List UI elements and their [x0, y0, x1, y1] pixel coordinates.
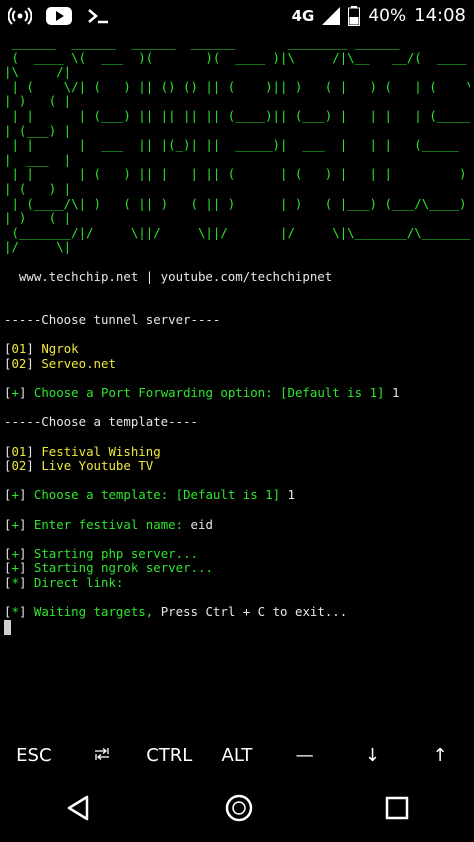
ctrl-key[interactable]: CTRL — [139, 745, 199, 766]
hotspot-icon — [8, 7, 32, 25]
dash-key[interactable]: — — [275, 745, 335, 766]
banner-line: ______ ______ ______ ______ ________ ___… — [4, 36, 400, 50]
network-type: 4G — [291, 6, 315, 25]
waiting-line: [*] Waiting targets, Press Ctrl + C to e… — [4, 604, 348, 620]
alt-key[interactable]: ALT — [207, 745, 267, 766]
home-button[interactable] — [224, 793, 254, 827]
banner-line: | | | ( ) || | | || ( | ( ) | | | ) | — [4, 166, 470, 182]
banner-line: (_______/|/ \||/ \||/ |/ \|\_______/\___… — [4, 224, 470, 240]
banner-line: | ( \/| ( ) || () () || ( )|| ) ( | ) ( … — [4, 78, 470, 94]
banner-line: | | | (___) || || || || (____)|| (___) |… — [4, 107, 470, 123]
banner-line: | ) ( | — [4, 210, 72, 226]
template-header: -----Choose a template---- — [4, 414, 198, 430]
signal-icon — [322, 6, 341, 25]
status-line: [+] Starting ngrok server... — [4, 560, 213, 576]
banner-line: |\ /| — [4, 64, 72, 80]
clock: 14:08 — [414, 5, 466, 26]
youtube-icon — [46, 7, 72, 25]
template-prompt: [+] Choose a template: [Default is 1] 1 — [4, 487, 295, 503]
banner-line: | ( ) | — [4, 180, 72, 196]
template-option: [01] Festival Wishing — [4, 443, 161, 459]
banner-line: ( ____ \( ___ )( )( ____ )|\ /|\__ __/( … — [4, 49, 470, 65]
home-icon — [225, 794, 253, 822]
status-line: [+] Starting php server... — [4, 545, 198, 561]
ascii-banner: ______ ______ ______ ______ ________ ___… — [4, 36, 470, 255]
terminal-cursor — [4, 619, 11, 635]
esc-key[interactable]: ESC — [4, 745, 64, 766]
terminal-view[interactable]: ______ ______ ______ ______ ________ ___… — [4, 36, 470, 736]
battery-level: 40% — [368, 5, 407, 26]
tab-key[interactable] — [72, 745, 132, 766]
festival-prompt: [+] Enter festival name: eid — [4, 516, 213, 532]
tab-icon — [94, 747, 109, 760]
back-button[interactable] — [65, 794, 93, 826]
back-icon — [68, 795, 89, 821]
banner-line: | (____/\| ) ( || ) ( || ) | ) ( |___) (… — [4, 195, 470, 211]
banner-line: | | | ___ || |(_)| || _____)| ___ | | | … — [4, 137, 470, 153]
arrow-up-key[interactable]: ↑ — [410, 745, 470, 766]
banner-line: | ___ | — [4, 151, 72, 167]
port-prompt: [+] Choose a Port Forwarding option: [De… — [4, 385, 400, 401]
battery-icon — [348, 5, 361, 26]
tunnel-option: [01] Ngrok — [4, 341, 79, 357]
banner-line: | ) ( | — [4, 93, 72, 109]
template-option: [02] Live Youtube TV — [4, 458, 154, 474]
navigation-bar — [0, 778, 474, 842]
extra-keys-row: ESC CTRL ALT — ↓ ↑ — [0, 736, 474, 774]
site-line: www.techchip.net | youtube.com/techchipn… — [4, 268, 333, 284]
arrow-down-key[interactable]: ↓ — [342, 745, 402, 766]
banner-line: |/ \| — [4, 239, 72, 255]
tunnel-option: [02] Serveo.net — [4, 356, 116, 372]
status-line: [*] Direct link: — [4, 574, 124, 590]
recents-button[interactable] — [385, 796, 409, 824]
recents-icon — [385, 796, 408, 820]
tunnel-header: -----Choose tunnel server---- — [4, 312, 221, 328]
status-bar: 4G 40% 14:08 — [0, 0, 474, 34]
banner-line: | (___) | — [4, 122, 72, 138]
terminal-icon — [88, 9, 108, 24]
